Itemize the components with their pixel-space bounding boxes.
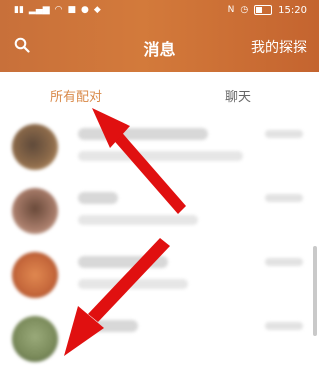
annotation-arrows (64, 108, 186, 356)
arrow-down-to-list-shaft (88, 238, 170, 322)
arrow-up-to-tab-shaft (110, 128, 186, 214)
